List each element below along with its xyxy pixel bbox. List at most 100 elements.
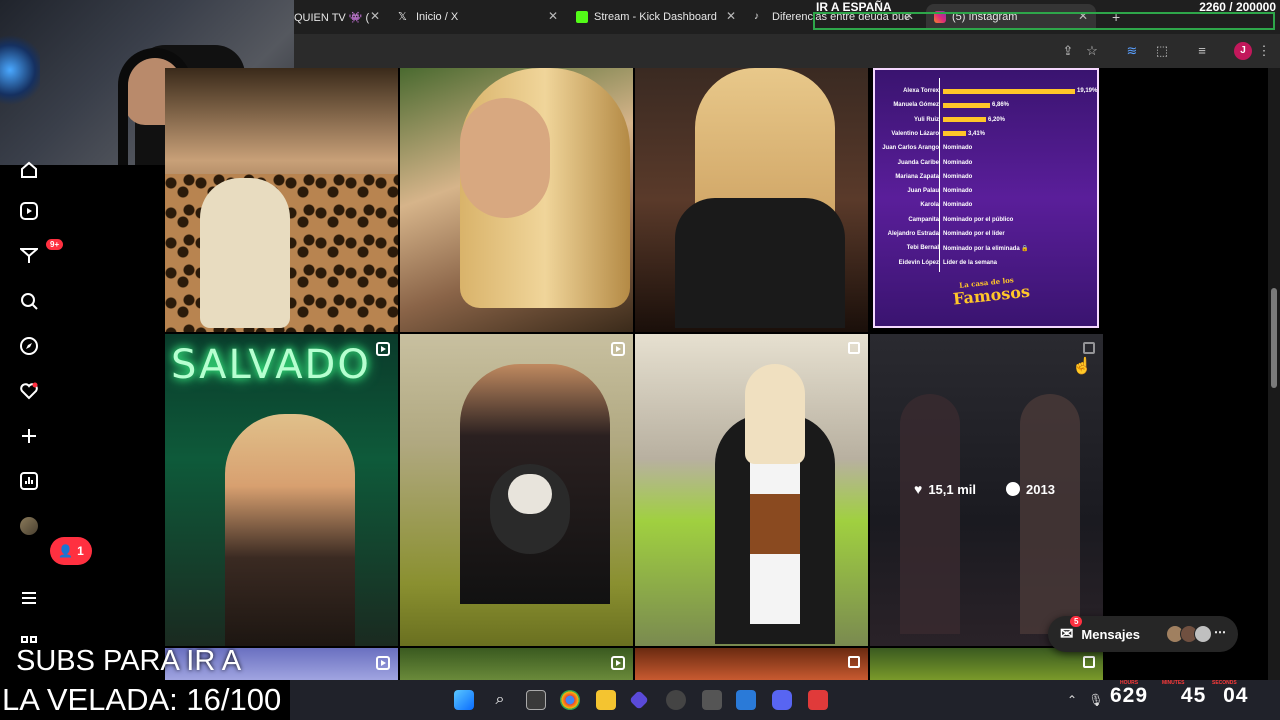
poll-status: Nominado — [943, 145, 973, 152]
profile-post-grid: Alexa Torrex 19,19% Manuela Gómez 6,86% Yuli… — [165, 68, 1105, 680]
poll-contestant-name: Juan Carlos Arango — [882, 145, 939, 152]
poll-row: Yuli Ruiz 6,20% — [879, 113, 1005, 127]
post-thumbnail[interactable] — [635, 648, 868, 680]
search-icon[interactable]: ⌕ — [490, 690, 510, 710]
countdown-timer: 629 45 04 — [1110, 684, 1248, 708]
tiktok-icon: ♪ — [754, 11, 759, 22]
app-blue-icon[interactable] — [736, 690, 756, 710]
poll-row: Karola Nominado — [879, 198, 972, 212]
bookmark-star-icon[interactable]: ☆ — [1084, 43, 1100, 59]
reels-icon[interactable] — [18, 200, 40, 222]
menu-icon[interactable] — [18, 587, 40, 609]
poll-status: Líder de la semana — [943, 259, 998, 266]
avatar — [1194, 625, 1212, 643]
poll-row: Tebi Bernal Nominado por la eliminada 🔒 — [879, 241, 1029, 255]
messages-badge: 5 — [1070, 616, 1083, 627]
poll-row: Campanita Nominado por el público — [879, 213, 1013, 227]
plush-toy-face — [508, 474, 552, 514]
kick-icon — [576, 11, 588, 23]
heart-icon[interactable] — [18, 380, 40, 402]
poll-contestant-name: Karola — [920, 202, 939, 209]
post-thumbnail[interactable]: SALVADO — [165, 334, 398, 646]
reel-icon — [611, 342, 625, 356]
kebab-menu-icon[interactable]: ⋮ — [1256, 43, 1272, 59]
compass-icon[interactable] — [18, 335, 40, 357]
tab-twitch[interactable]: QUIEN TV 👾 ( ✕ — [294, 4, 380, 30]
windows-start-icon[interactable] — [454, 690, 474, 710]
dashboard-icon[interactable] — [18, 470, 40, 492]
subs-goal-line1: SUBS PARA IR A — [16, 645, 242, 677]
messages-label: Mensajes — [1081, 626, 1140, 642]
likes-count: 15,1 mil — [928, 481, 977, 497]
tab-label: Stream - Kick Dashboard — [594, 11, 717, 23]
post-thumbnail[interactable] — [400, 334, 633, 646]
poll-percentage: 6,20% — [988, 116, 1006, 123]
notification-count: 1 — [77, 544, 84, 558]
subs-goal-line2: LA VELADA: 16/100 — [2, 682, 282, 717]
app-red-icon[interactable] — [808, 690, 828, 710]
poll-row: Juan Palau Nominado — [879, 184, 972, 198]
task-view-icon[interactable] — [526, 690, 546, 710]
poll-contestant-name: Juan Palau — [907, 188, 939, 195]
post-thumbnail[interactable] — [635, 68, 868, 332]
app-gear-icon[interactable] — [702, 690, 722, 710]
post-thumbnail[interactable] — [165, 68, 398, 332]
obs-icon[interactable] — [666, 690, 686, 710]
scrollbar-thumb[interactable] — [1271, 288, 1277, 388]
messenger-icon[interactable]: 9+ — [18, 239, 64, 267]
extensions-puzzle-icon[interactable]: ⬚ — [1154, 43, 1170, 59]
poll-status: Nominado — [943, 202, 973, 209]
close-icon[interactable]: ✕ — [726, 9, 736, 23]
post-thumbnail[interactable] — [870, 648, 1103, 680]
poll-row: Alejandro Estrada Nominado por el líder — [879, 227, 1005, 241]
poll-bar — [943, 102, 990, 108]
profile-avatar[interactable]: J — [1234, 42, 1252, 60]
poll-row: Juanda Caribe Nominado — [879, 156, 973, 170]
microphone-icon[interactable]: 🎙 — [1086, 690, 1106, 710]
timer-hours: 629 — [1110, 684, 1149, 707]
post-poll-graphic[interactable]: Alexa Torrex 19,19% Manuela Gómez 6,86% Yuli… — [873, 68, 1099, 328]
media-control-icon[interactable]: ≡ — [1194, 43, 1210, 59]
poll-contestant-name: Tebi Bernal — [906, 245, 939, 252]
poll-contestant-name: Yuli Ruiz — [913, 116, 939, 123]
comment-icon — [1006, 482, 1021, 496]
extension-wave-icon[interactable]: ≋ — [1124, 43, 1140, 59]
post-thumbnail[interactable] — [400, 648, 633, 680]
tab-label: Inicio / X — [416, 11, 459, 23]
hand-cursor-icon: ☝ — [1072, 358, 1092, 375]
tab-x[interactable]: 𝕏 Inicio / X ✕ — [398, 4, 558, 30]
hover-stats: ♥ 15,1 mil 2013 — [914, 481, 1055, 497]
poll-bar — [943, 88, 1075, 94]
file-explorer-icon[interactable] — [596, 690, 616, 710]
post-thumbnail[interactable] — [635, 334, 868, 646]
close-icon[interactable]: ✕ — [370, 9, 380, 23]
poll-contestant-name: Alexa Torrex — [903, 88, 939, 94]
home-icon[interactable] — [18, 159, 40, 181]
chevron-up-icon[interactable]: ⌃ — [1062, 690, 1082, 710]
page-scrollbar[interactable] — [1268, 68, 1280, 680]
reel-icon — [611, 656, 625, 670]
post-thumbnail[interactable] — [400, 68, 633, 332]
app-diamond-icon[interactable] — [629, 690, 649, 710]
discord-icon[interactable] — [772, 690, 792, 710]
chrome-icon[interactable] — [560, 690, 580, 710]
post-thumbnail-hovered[interactable]: ♥ 15,1 mil 2013 — [870, 334, 1103, 646]
photo-subject-corset — [750, 494, 800, 554]
tab-kick[interactable]: Stream - Kick Dashboard ✕ — [576, 4, 736, 30]
poll-row: Manuela Gómez 6,86% — [879, 98, 1009, 112]
plus-icon[interactable] — [18, 425, 40, 447]
photo-subject — [900, 394, 960, 634]
messages-pill[interactable]: ✉ 5 Mensajes ⋯ — [1048, 616, 1238, 652]
install-app-icon[interactable]: ⇪ — [1060, 43, 1076, 59]
notification-pill[interactable]: 👤 1 — [50, 537, 92, 565]
poll-bar — [943, 117, 986, 123]
poll-status: Nominado por el público — [943, 216, 1014, 223]
goal-progress-outline — [813, 12, 1275, 30]
recent-chat-avatars: ⋯ — [1166, 625, 1226, 643]
poll-status: Nominado por la eliminada 🔒 — [943, 245, 1029, 252]
close-icon[interactable]: ✕ — [548, 9, 558, 23]
search-icon[interactable] — [18, 290, 40, 312]
avatar-icon[interactable] — [18, 515, 40, 537]
poll-contestant-name: Alejandro Estrada — [887, 231, 939, 237]
photo-subject-dress — [675, 198, 845, 328]
